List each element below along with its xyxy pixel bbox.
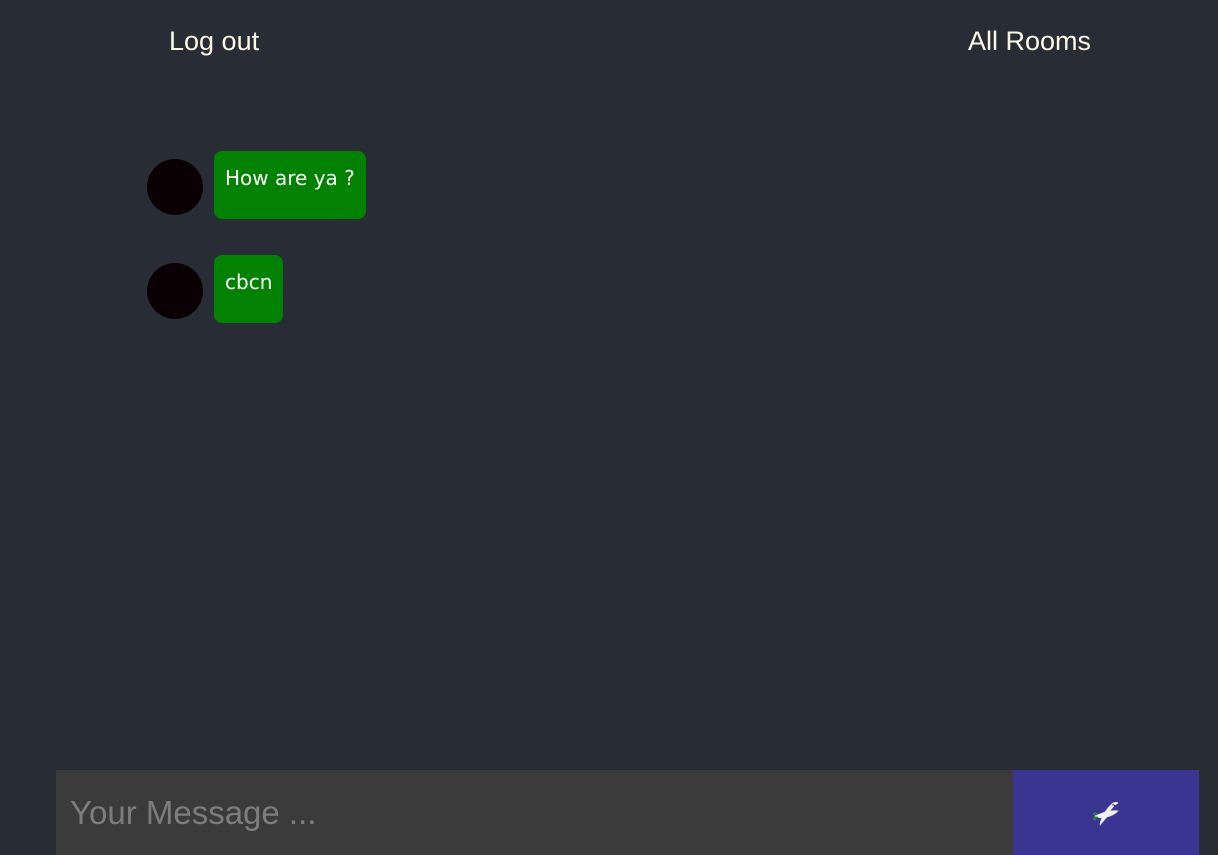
- message-item: How are ya ?: [147, 151, 366, 219]
- chat-page: Log out All Rooms How are ya ? cbcn: [0, 0, 1218, 855]
- avatar: [147, 159, 203, 215]
- message-list: How are ya ? cbcn: [147, 151, 366, 359]
- logout-link[interactable]: Log out: [169, 24, 259, 58]
- dove-icon: [1093, 801, 1119, 826]
- message-bubble: How are ya ?: [214, 151, 366, 219]
- message-item: cbcn: [147, 255, 366, 323]
- message-bubble: cbcn: [214, 255, 284, 323]
- message-input[interactable]: [56, 770, 1013, 855]
- message-composer: [56, 770, 1199, 855]
- send-button[interactable]: [1013, 770, 1199, 855]
- all-rooms-link[interactable]: All Rooms: [968, 24, 1091, 58]
- avatar: [147, 263, 203, 319]
